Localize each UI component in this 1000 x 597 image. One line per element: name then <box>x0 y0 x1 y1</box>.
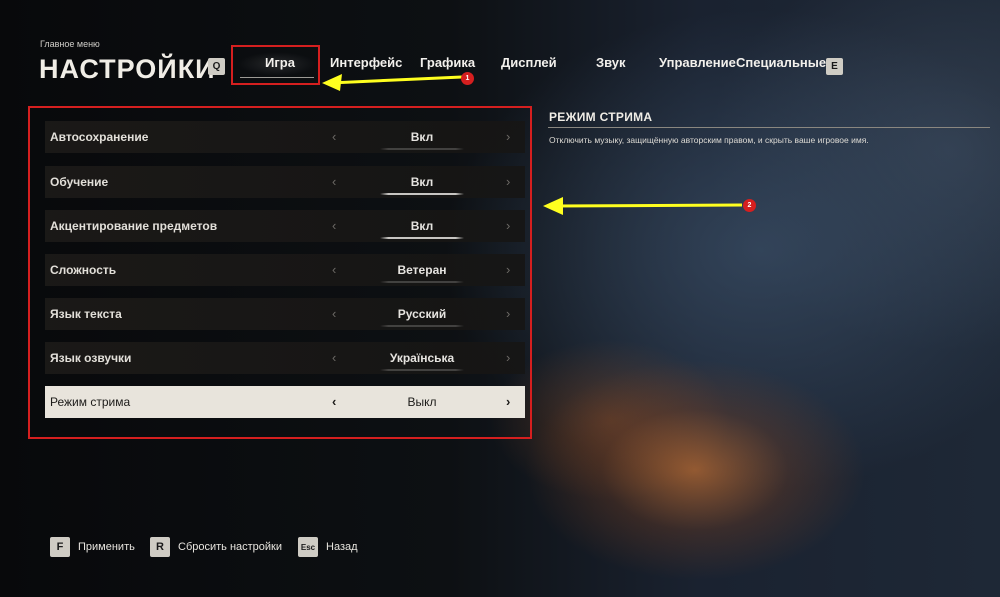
reset-label: Сбросить настройки <box>178 541 283 553</box>
annotation-arrowhead-1 <box>322 74 342 91</box>
apply-label: Применить <box>78 541 135 553</box>
annotation-arrow-1 <box>329 75 463 85</box>
annotation-arrowhead-2 <box>543 197 563 215</box>
tab-accessibility[interactable]: Специальные <box>736 55 826 70</box>
tab-interface[interactable]: Интерфейс <box>330 55 402 70</box>
page-title: НАСТРОЙКИ <box>39 54 216 84</box>
key-hint-r: R <box>150 537 170 557</box>
annotation-box-settings <box>28 106 532 439</box>
reset-button[interactable]: R Сбросить настройки <box>150 537 282 557</box>
prev-tab-key-hint[interactable]: Q <box>208 58 225 75</box>
annotation-box-tab <box>231 45 320 85</box>
back-button[interactable]: Esc Назад <box>298 537 358 557</box>
details-description: Отключить музыку, защищённую авторским п… <box>549 135 869 145</box>
key-hint-esc: Esc <box>298 537 318 557</box>
back-label: Назад <box>326 541 358 553</box>
annotation-arrow-2 <box>554 203 743 208</box>
key-hint-f: F <box>50 537 70 557</box>
next-tab-key-hint[interactable]: E <box>826 58 843 75</box>
tab-controls[interactable]: Управление <box>659 55 736 70</box>
tab-graphics[interactable]: Графика <box>420 55 475 70</box>
details-divider <box>548 127 990 128</box>
breadcrumb[interactable]: Главное меню <box>40 39 100 49</box>
annotation-badge-1: 1 <box>461 72 474 85</box>
tab-sound[interactable]: Звук <box>596 55 626 70</box>
details-title: РЕЖИМ СТРИМА <box>549 110 653 124</box>
apply-button[interactable]: F Применить <box>50 537 135 557</box>
annotation-badge-2: 2 <box>743 199 756 212</box>
tab-display[interactable]: Дисплей <box>501 55 557 70</box>
